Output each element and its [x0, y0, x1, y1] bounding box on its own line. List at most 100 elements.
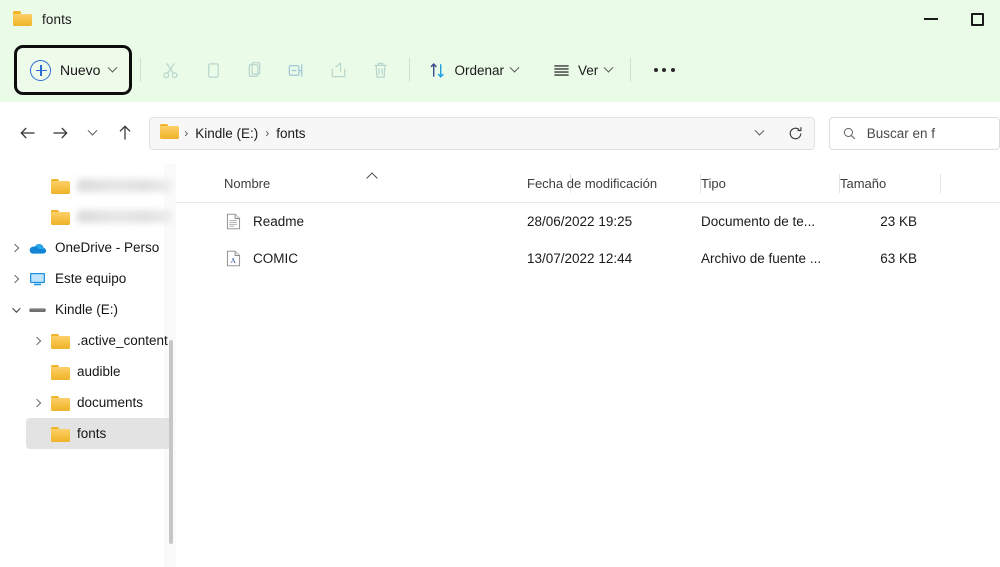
breadcrumb-item-drive[interactable]: Kindle (E:)	[195, 126, 258, 141]
share-button[interactable]	[317, 50, 359, 90]
column-header-name[interactable]: Nombre	[224, 164, 571, 203]
address-dropdown-button[interactable]	[742, 117, 778, 150]
chevron-down-icon	[87, 125, 98, 136]
tree-expander-spacer	[26, 170, 48, 201]
sort-button[interactable]: Ordenar	[418, 50, 528, 90]
sort-ascending-icon	[366, 171, 378, 184]
onedrive-cloud-icon	[26, 241, 48, 255]
sidebar-item-documents[interactable]: documents	[26, 387, 172, 418]
sidebar-item-label: audible	[77, 364, 121, 379]
cut-button[interactable]	[149, 50, 191, 90]
sidebar-item-audible[interactable]: audible	[26, 356, 172, 387]
refresh-button[interactable]	[778, 117, 814, 150]
file-name-label: COMIC	[253, 251, 298, 266]
minimize-button[interactable]	[908, 0, 954, 38]
folder-icon	[48, 333, 70, 349]
search-icon	[843, 127, 855, 139]
font-file-icon: A	[226, 250, 240, 267]
sidebar-item-label: Kindle (E:)	[55, 302, 119, 317]
file-name-cell: A COMIC	[224, 250, 298, 267]
file-type-cell: Documento de te...	[701, 214, 816, 229]
sort-arrows-icon	[430, 62, 445, 78]
folder-icon	[48, 395, 70, 411]
forward-button[interactable]	[44, 116, 76, 150]
file-list-pane: Nombre Fecha de modificación Tipo Tamaño Re…	[176, 164, 1000, 567]
folder-icon	[48, 209, 70, 225]
rename-button[interactable]	[275, 50, 317, 90]
file-date-cell: 13/07/2022 12:44	[527, 251, 633, 266]
command-toolbar: Nuevo Ordenar Ver	[0, 38, 1000, 102]
chevron-right-icon[interactable]	[26, 387, 48, 418]
sidebar-item-label: Este equipo	[55, 271, 127, 286]
search-input-placeholder: Buscar en f	[866, 125, 936, 141]
sort-button-label: Ordenar	[454, 62, 504, 78]
sidebar-item-onedrive-perso[interactable]: OneDrive - Perso	[4, 232, 172, 263]
file-row[interactable]: Readme 28/06/2022 19:25 Documento de te...…	[176, 203, 1000, 240]
text-document-icon	[226, 213, 240, 230]
plus-circle-icon	[30, 59, 51, 81]
column-header-type[interactable]: Tipo	[701, 164, 840, 203]
drive-icon	[28, 307, 46, 312]
ellipsis-icon	[653, 68, 675, 72]
new-button-label: Nuevo	[60, 62, 101, 78]
chevron-down-icon[interactable]	[108, 62, 118, 73]
file-name-cell: Readme	[224, 213, 304, 230]
onedrive-cloud-icon	[29, 243, 46, 254]
file-size-cell: 23 KB	[880, 214, 917, 229]
chevron-down-icon[interactable]	[4, 294, 26, 325]
copy-button[interactable]	[191, 50, 233, 90]
address-bar-row: › Kindle (E:) › fonts Buscar en f	[0, 102, 1000, 164]
view-button[interactable]: Ver	[542, 50, 622, 90]
sidebar-item-este-equipo[interactable]: Este equipo	[4, 263, 172, 294]
sidebar-item-redacted-2[interactable]	[26, 201, 172, 232]
delete-button[interactable]	[359, 50, 401, 90]
breadcrumb-folder-icon	[160, 123, 180, 143]
sidebar-item-redacted-1[interactable]	[26, 170, 172, 201]
recent-locations-button[interactable]	[77, 116, 109, 150]
address-bar[interactable]: › Kindle (E:) › fonts	[149, 116, 815, 150]
this-pc-monitor-icon	[29, 272, 45, 285]
search-box[interactable]: Buscar en f	[828, 116, 1000, 150]
column-header-label: Fecha de modificación	[527, 175, 658, 191]
maximize-button[interactable]	[954, 0, 1000, 38]
text-document-icon	[224, 213, 242, 230]
sidebar-item-label: OneDrive - Perso	[55, 240, 160, 255]
file-date-cell: 28/06/2022 19:25	[527, 214, 633, 229]
see-more-button[interactable]	[643, 50, 685, 90]
trash-icon	[374, 62, 387, 78]
sidebar-item-fonts[interactable]: fonts	[26, 418, 172, 449]
sidebar-item-label: .active_content	[77, 333, 168, 348]
chevron-down-icon[interactable]	[603, 62, 614, 73]
font-file-icon: A	[224, 250, 242, 267]
chevron-down-icon[interactable]	[509, 62, 520, 73]
file-row[interactable]: A COMIC 13/07/2022 12:44 Archivo de fuente …	[176, 240, 1000, 277]
sidebar-item-kindle-e[interactable]: Kindle (E:)	[4, 294, 172, 325]
tree-expander-spacer	[26, 356, 48, 387]
tree-expander-spacer	[26, 418, 48, 449]
chevron-right-icon[interactable]	[26, 325, 48, 356]
scissors-icon	[163, 62, 178, 78]
folder-icon	[48, 426, 70, 442]
chevron-right-icon[interactable]	[4, 232, 26, 263]
sidebar-item-label-redacted	[77, 179, 172, 192]
folder-icon	[48, 364, 70, 380]
window-title: fonts	[42, 11, 72, 27]
toolbar-divider-2	[409, 58, 411, 82]
sidebar-item-active-content[interactable]: .active_content	[26, 325, 172, 356]
breadcrumb-separator: ›	[265, 126, 270, 140]
breadcrumb-item-folder[interactable]: fonts	[276, 126, 305, 141]
forward-arrow-icon	[53, 127, 69, 139]
column-header-size[interactable]: Tamaño	[840, 164, 941, 203]
new-button[interactable]: Nuevo	[14, 45, 133, 95]
sidebar-scrollbar-thumb[interactable]	[169, 340, 173, 544]
paste-button[interactable]	[233, 50, 275, 90]
column-divider[interactable]	[940, 173, 941, 193]
view-button-label: Ver	[578, 62, 599, 78]
file-size-cell: 63 KB	[880, 251, 917, 266]
up-button[interactable]	[109, 116, 141, 150]
chevron-right-icon[interactable]	[4, 263, 26, 294]
file-explorer-window: fonts Nuevo Ordenar Ver › Kindle (E:) › …	[0, 0, 1000, 567]
back-button[interactable]	[12, 116, 44, 150]
column-header-date[interactable]: Fecha de modificación	[527, 164, 701, 203]
column-header-row: Nombre Fecha de modificación Tipo Tamaño	[176, 164, 1000, 203]
